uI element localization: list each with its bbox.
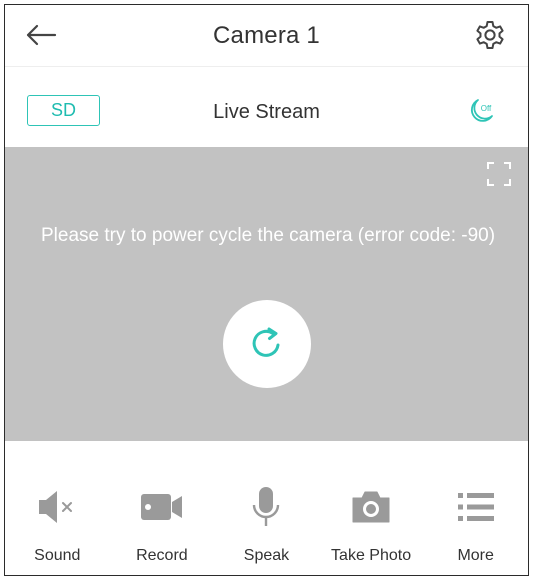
more-label: More [457,547,494,564]
night-mode-off-icon: Off [471,99,493,122]
app-header: Camera 1 [5,5,528,67]
fullscreen-button[interactable] [486,161,512,187]
back-button[interactable] [23,17,59,53]
list-icon [457,493,494,521]
gear-icon [476,21,504,49]
stream-title: Live Stream [213,100,320,123]
speak-button[interactable]: Speak [214,483,319,573]
settings-button[interactable] [470,15,510,55]
night-mode-button[interactable]: Off [466,95,498,127]
error-message: Please try to power cycle the camera (er… [41,225,496,246]
video-camera-icon [140,494,182,520]
more-button[interactable]: More [423,483,528,573]
stream-bar: SD Live Stream Off [5,81,528,143]
app-frame: Camera 1 SD Live Stream Off Please try t… [4,4,529,576]
take-photo-button[interactable]: Take Photo [319,483,424,573]
sound-label: Sound [34,547,81,564]
camera-icon [352,491,390,523]
speak-label: Speak [243,547,290,564]
microphone-icon [253,487,280,526]
page-title: Camera 1 [213,21,320,49]
speaker-muted-icon [39,491,73,523]
back-arrow-icon [26,24,57,46]
reload-button[interactable] [223,300,311,388]
fullscreen-icon [487,162,511,186]
record-button[interactable]: Record [110,483,215,573]
take-photo-label: Take Photo [331,547,412,564]
record-label: Record [136,547,188,564]
video-player[interactable]: Please try to power cycle the camera (er… [5,147,528,441]
sound-button[interactable]: Sound [5,483,110,573]
quality-toggle-button[interactable]: SD [27,95,100,126]
control-toolbar: Sound Record Speak Take Photo More [5,483,528,573]
refresh-icon [252,327,280,357]
night-mode-badge: Off [481,104,492,113]
